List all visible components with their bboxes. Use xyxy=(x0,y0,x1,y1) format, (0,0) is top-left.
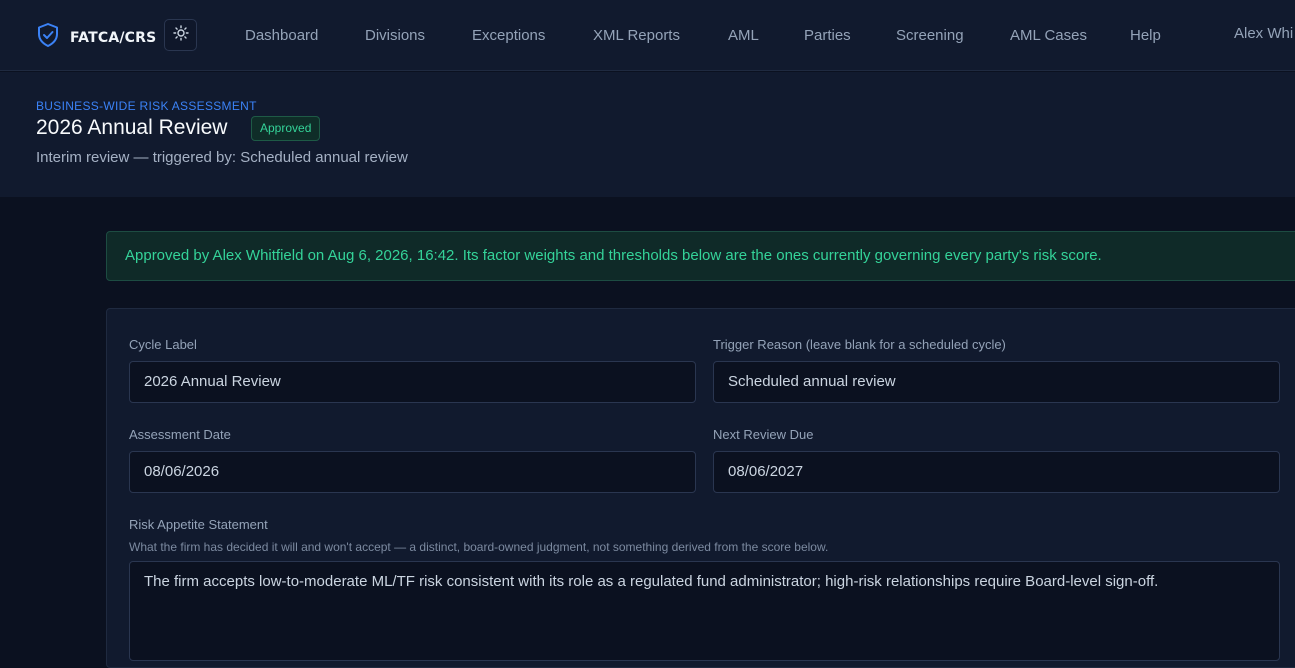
trigger-reason-input[interactable]: Scheduled annual review xyxy=(713,361,1280,403)
assessment-date-label: Assessment Date xyxy=(129,427,231,442)
risk-appetite-hint: What the firm has decided it will and wo… xyxy=(129,540,829,554)
sun-icon xyxy=(172,24,189,46)
nav-help[interactable]: Help xyxy=(1130,27,1161,44)
cycle-label-input[interactable]: 2026 Annual Review xyxy=(129,361,696,403)
page-eyebrow: BUSINESS-WIDE RISK ASSESSMENT xyxy=(36,99,257,113)
risk-appetite-label: Risk Appetite Statement xyxy=(129,517,268,532)
approval-alert-text: Approved by Alex Whitfield on Aug 6, 202… xyxy=(125,247,1102,264)
shield-check-icon xyxy=(36,22,60,53)
top-navigation: FATCA/CRS Dashboard Divisions Exceptions… xyxy=(0,0,1295,71)
theme-toggle-button[interactable] xyxy=(164,19,197,51)
nav-dashboard[interactable]: Dashboard xyxy=(245,27,318,44)
next-review-due-input[interactable]: 08/06/2027 xyxy=(713,451,1280,493)
brand-name: FATCA/CRS xyxy=(70,29,157,46)
user-menu[interactable]: Alex Whi xyxy=(1234,25,1293,42)
nav-screening[interactable]: Screening xyxy=(896,27,964,44)
nav-aml[interactable]: AML xyxy=(728,27,759,44)
cycle-label-label: Cycle Label xyxy=(129,337,197,352)
trigger-reason-label: Trigger Reason (leave blank for a schedu… xyxy=(713,337,1006,352)
nav-xml-reports[interactable]: XML Reports xyxy=(593,27,680,44)
nav-parties[interactable]: Parties xyxy=(804,27,851,44)
approval-alert: Approved by Alex Whitfield on Aug 6, 202… xyxy=(106,231,1295,281)
page-subtitle: Interim review — triggered by: Scheduled… xyxy=(36,149,408,166)
risk-appetite-textarea[interactable]: The firm accepts low-to-moderate ML/TF r… xyxy=(129,561,1280,661)
next-review-due-label: Next Review Due xyxy=(713,427,814,442)
status-badge: Approved xyxy=(251,116,321,141)
brand[interactable]: FATCA/CRS xyxy=(36,22,156,53)
nav-exceptions[interactable]: Exceptions xyxy=(472,27,545,44)
nav-divisions[interactable]: Divisions xyxy=(365,27,425,44)
assessment-date-input[interactable]: 08/06/2026 xyxy=(129,451,696,493)
nav-aml-cases[interactable]: AML Cases xyxy=(1010,27,1087,44)
page-title: 2026 Annual Review xyxy=(36,116,228,139)
